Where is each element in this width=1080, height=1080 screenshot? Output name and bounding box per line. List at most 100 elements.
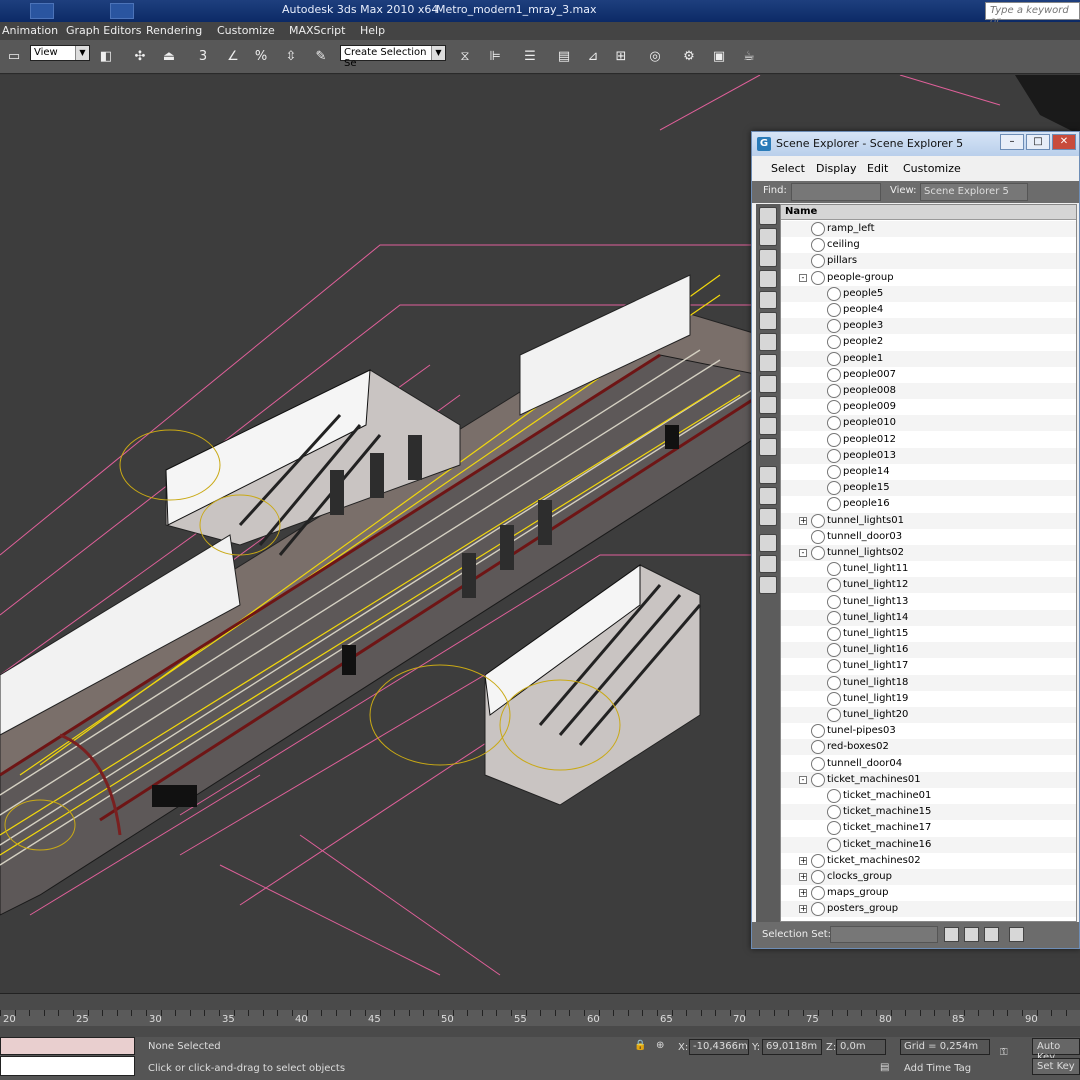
tree-row[interactable]: + clocks_group bbox=[781, 869, 1076, 885]
select-set-icon[interactable] bbox=[1009, 927, 1024, 942]
minimize-button[interactable]: – bbox=[1000, 134, 1024, 150]
tree-row[interactable]: people4 bbox=[781, 302, 1076, 318]
tree-row[interactable]: people1 bbox=[781, 350, 1076, 367]
spinner-snap-icon[interactable]: ⇳ bbox=[280, 46, 302, 68]
groups-filter-icon[interactable] bbox=[759, 396, 777, 414]
object-visibility-icon[interactable] bbox=[811, 254, 825, 269]
shapes-filter-icon[interactable] bbox=[759, 291, 777, 309]
x-coordinate-field[interactable]: -10,4366m bbox=[689, 1039, 749, 1055]
curve-editor-icon[interactable]: ⊿ bbox=[582, 46, 604, 68]
object-visibility-icon[interactable] bbox=[827, 821, 841, 836]
object-visibility-icon[interactable] bbox=[827, 286, 841, 301]
tree-row[interactable]: tunel_light11 bbox=[781, 561, 1076, 577]
tree-row[interactable]: tunel_light14 bbox=[781, 609, 1076, 626]
helpers-filter-icon[interactable] bbox=[759, 354, 777, 372]
reference-coordinate-select[interactable]: View ▼ bbox=[30, 45, 90, 61]
tree-row[interactable]: ticket_machine17 bbox=[781, 820, 1076, 836]
menu-customize[interactable]: Customize bbox=[217, 22, 275, 39]
pivot-icon[interactable]: ◧ bbox=[95, 46, 117, 68]
tree-row[interactable]: red-boxes02 bbox=[781, 739, 1076, 756]
align-icon[interactable]: ⊫ bbox=[484, 46, 506, 68]
select-invert-icon[interactable] bbox=[759, 508, 777, 526]
object-visibility-icon[interactable] bbox=[811, 546, 825, 560]
tree-row[interactable]: ceiling bbox=[781, 237, 1076, 253]
object-visibility-icon[interactable] bbox=[811, 740, 825, 755]
object-visibility-icon[interactable] bbox=[811, 222, 825, 236]
expand-icon[interactable]: + bbox=[799, 889, 807, 898]
remove-selection-set-icon[interactable] bbox=[964, 927, 979, 942]
keyword-search-input[interactable]: Type a keyword or bbox=[985, 2, 1080, 27]
angle-snap-icon[interactable]: ∠ bbox=[222, 46, 244, 68]
app-button[interactable] bbox=[30, 3, 54, 19]
object-visibility-icon[interactable] bbox=[811, 853, 825, 868]
se-menu-display[interactable]: Display bbox=[816, 162, 857, 175]
snap-toggle-icon[interactable]: 3 bbox=[192, 46, 214, 68]
tree-row[interactable]: tunel_light15 bbox=[781, 626, 1076, 642]
object-visibility-icon[interactable] bbox=[827, 691, 841, 706]
spacewarps-filter-icon[interactable] bbox=[759, 375, 777, 393]
geometry-filter-icon[interactable] bbox=[759, 270, 777, 288]
tree-row[interactable]: ticket_machine01 bbox=[781, 788, 1076, 804]
object-visibility-icon[interactable] bbox=[827, 319, 841, 334]
object-visibility-icon[interactable] bbox=[827, 837, 841, 852]
menu-help[interactable]: Help bbox=[360, 22, 385, 39]
tree-row[interactable]: people013 bbox=[781, 447, 1076, 464]
maximize-button[interactable]: □ bbox=[1026, 134, 1050, 150]
tree-row[interactable]: ticket_machine16 bbox=[781, 836, 1076, 853]
object-visibility-icon[interactable] bbox=[827, 610, 841, 625]
object-visibility-icon[interactable] bbox=[811, 902, 825, 917]
object-visibility-icon[interactable] bbox=[827, 432, 841, 447]
object-visibility-icon[interactable] bbox=[811, 870, 825, 884]
collapse-icon[interactable]: - bbox=[799, 273, 807, 282]
object-visibility-icon[interactable] bbox=[827, 789, 841, 803]
object-visibility-icon[interactable] bbox=[827, 659, 841, 674]
tree-row[interactable]: people008 bbox=[781, 383, 1076, 399]
lights-filter-icon[interactable] bbox=[759, 312, 777, 330]
render-teapot-icon[interactable]: ☕ bbox=[738, 46, 760, 68]
name-column-header[interactable]: Name bbox=[781, 205, 1076, 220]
tree-row[interactable]: + maps_group bbox=[781, 885, 1076, 901]
find-input[interactable] bbox=[791, 183, 881, 201]
material-editor-icon[interactable]: ◎ bbox=[644, 46, 666, 68]
select-all-icon[interactable] bbox=[759, 466, 777, 484]
object-visibility-icon[interactable] bbox=[827, 384, 841, 398]
timeline[interactable]: 20 25 30 35 40 45 50 55 60 65 70 75 80 85 90 bbox=[0, 993, 1080, 1037]
create-selection-set-icon[interactable] bbox=[944, 927, 959, 942]
y-coordinate-field[interactable]: 69,0118m bbox=[762, 1039, 822, 1055]
filter-icon[interactable] bbox=[759, 534, 777, 552]
object-visibility-icon[interactable] bbox=[827, 416, 841, 431]
object-visibility-icon[interactable] bbox=[827, 303, 841, 317]
set-key-button[interactable]: Set Key bbox=[1032, 1058, 1080, 1075]
object-visibility-icon[interactable] bbox=[827, 481, 841, 496]
tree-row[interactable]: tunel_light13 bbox=[781, 594, 1076, 610]
expand-icon[interactable]: + bbox=[799, 516, 807, 525]
rendered-frame-window-icon[interactable]: ▣ bbox=[708, 46, 730, 68]
close-button[interactable]: ✕ bbox=[1052, 134, 1076, 150]
menu-rendering[interactable]: Rendering bbox=[146, 22, 202, 39]
lock-icon[interactable] bbox=[759, 576, 777, 594]
add-time-tag[interactable]: Add Time Tag bbox=[904, 1063, 971, 1074]
tree-row[interactable]: ticket_machine15 bbox=[781, 804, 1076, 821]
object-visibility-icon[interactable] bbox=[827, 351, 841, 366]
schematic-view-icon[interactable]: ⊞ bbox=[610, 46, 632, 68]
menu-animation[interactable]: Animation bbox=[2, 22, 58, 39]
object-visibility-icon[interactable] bbox=[827, 335, 841, 350]
graphite-toolbar-icon[interactable]: ▤ bbox=[553, 46, 575, 68]
percent-snap-icon[interactable]: % bbox=[250, 46, 272, 68]
tree-row[interactable]: + tunnel_lights01 bbox=[781, 512, 1076, 529]
time-tag-icon[interactable]: ▤ bbox=[880, 1062, 889, 1073]
tree-row[interactable]: tunnell_door04 bbox=[781, 756, 1076, 772]
tree-row[interactable]: pillars bbox=[781, 253, 1076, 270]
object-visibility-icon[interactable] bbox=[811, 724, 825, 739]
object-visibility-icon[interactable] bbox=[827, 400, 841, 415]
menu-graph-editors[interactable]: Graph Editors bbox=[66, 22, 142, 39]
selection-lock-icon[interactable]: 🔒 bbox=[634, 1040, 646, 1051]
tree-row[interactable]: tunel_light17 bbox=[781, 658, 1076, 674]
invert-icon[interactable] bbox=[759, 249, 777, 267]
layer-manager-icon[interactable]: ☰ bbox=[519, 46, 541, 68]
tree-row[interactable]: tunel_light16 bbox=[781, 642, 1076, 659]
object-visibility-icon[interactable] bbox=[811, 886, 825, 901]
collapse-icon[interactable]: - bbox=[799, 775, 807, 784]
object-visibility-icon[interactable] bbox=[827, 594, 841, 609]
object-visibility-icon[interactable] bbox=[811, 238, 825, 253]
